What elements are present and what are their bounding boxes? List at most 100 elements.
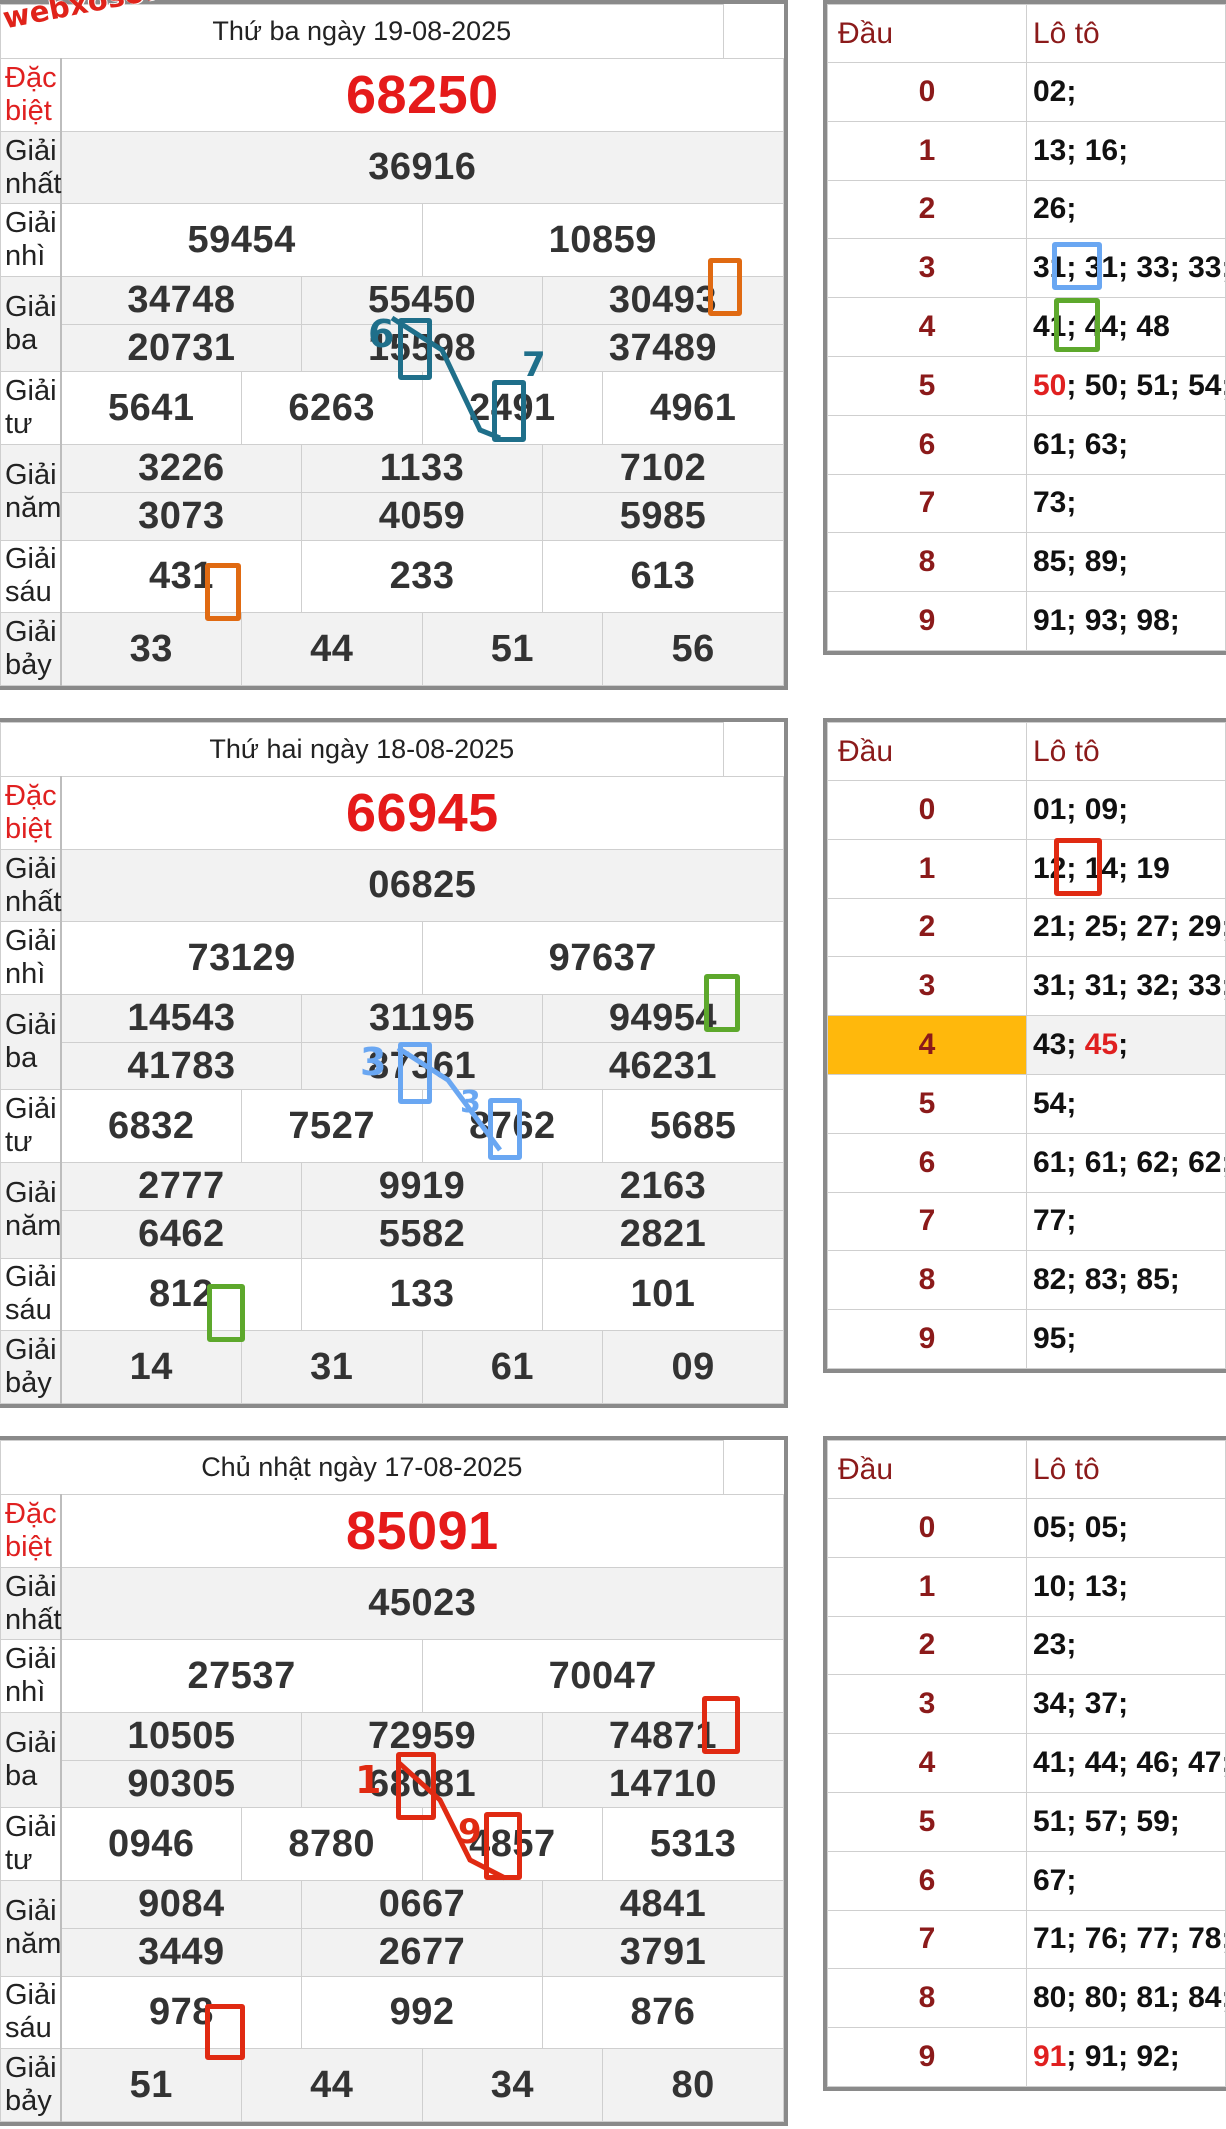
third-prize-number: 74871 bbox=[541, 1712, 785, 1761]
sixth-prize-number: 876 bbox=[541, 1975, 785, 2050]
third-prize-number: 15598 bbox=[301, 323, 543, 373]
loto-head-digit: 6 bbox=[827, 1850, 1027, 1911]
seventh-prize-number: 56 bbox=[602, 612, 784, 686]
special-prize-number: 68250 bbox=[60, 58, 784, 132]
seventh-prize-number: 80 bbox=[602, 2048, 784, 2122]
first-prize-number: 06825 bbox=[60, 848, 784, 923]
loto-head-digit: 6 bbox=[827, 1132, 1027, 1193]
fifth-prize-number: 2821 bbox=[541, 1209, 785, 1259]
fourth-prize-number: 5641 bbox=[60, 371, 242, 446]
loto-values: 54; bbox=[1026, 1073, 1226, 1134]
label-giai-bay: Giải bảy bbox=[0, 1330, 62, 1404]
label-dac-biet: Đặc biệt bbox=[0, 58, 62, 132]
loto-table-3: Đầu Lô tô 0 05; 05; 1 10; 13; 2 23; 3 34; 37;… bbox=[823, 1436, 1226, 2091]
loto-head-digit: 7 bbox=[827, 1909, 1027, 1970]
fifth-prize-number: 9084 bbox=[60, 1880, 303, 1929]
label-dac-biet: Đặc biệt bbox=[0, 776, 62, 850]
fifth-prize-number: 3073 bbox=[60, 491, 303, 541]
loto-values: 61; 63; bbox=[1026, 414, 1226, 475]
loto-table-1: Đầu Lô tô 0 02; 1 13; 16; 2 26; 3 31; 31; 33;… bbox=[823, 0, 1226, 655]
loto-rest: ; 50; 51; 54; 56; 5 bbox=[1066, 368, 1224, 402]
loto-head-digit: 5 bbox=[827, 1791, 1027, 1852]
loto-values: 12; 14; 19 bbox=[1026, 838, 1226, 899]
fifth-prize-number: 2777 bbox=[60, 1162, 303, 1211]
label-giai-tu: Giải tư bbox=[0, 371, 62, 446]
fifth-prize-number: 5582 bbox=[301, 1209, 543, 1259]
loto-header-dau: Đầu bbox=[827, 722, 1027, 781]
seventh-prize-number: 44 bbox=[240, 612, 423, 686]
loto-values: 31; 31; 33; 33; 33; bbox=[1026, 238, 1226, 299]
seventh-prize-number: 14 bbox=[60, 1330, 242, 1404]
label-giai-nam: Giải năm bbox=[0, 1880, 62, 1977]
fourth-prize-number: 6263 bbox=[240, 371, 423, 446]
sixth-prize-number: 233 bbox=[301, 539, 543, 614]
loto-head-digit: 0 bbox=[827, 1498, 1027, 1558]
loto-header-loto: Lô tô bbox=[1026, 722, 1226, 781]
label-giai-nhi: Giải nhì bbox=[0, 1639, 62, 1714]
label-giai-ba: Giải ba bbox=[0, 994, 62, 1091]
label-giai-nhat: Giải nhất bbox=[0, 848, 62, 923]
loto-values: 41; 44; 46; 47; 49; bbox=[1026, 1733, 1226, 1793]
loto-values: 10; 13; bbox=[1026, 1556, 1226, 1617]
loto-head-digit: 9 bbox=[827, 2027, 1027, 2087]
fifth-prize-number: 3791 bbox=[541, 1927, 785, 1977]
third-prize-number: 55450 bbox=[301, 276, 543, 325]
fifth-prize-number: 5985 bbox=[541, 491, 785, 541]
third-prize-number: 94954 bbox=[541, 994, 785, 1043]
loto-values: 80; 80; 81; 84; bbox=[1026, 1968, 1226, 2029]
third-prize-number: 14710 bbox=[541, 1759, 785, 1809]
loto-values: 50; 50; 51; 54; 56; 5 bbox=[1026, 355, 1226, 416]
loto-head-digit-highlighted: 4 bbox=[827, 1015, 1027, 1075]
third-prize-number: 37489 bbox=[541, 323, 785, 373]
loto-head-digit: 9 bbox=[827, 591, 1027, 651]
first-prize-number: 36916 bbox=[60, 130, 784, 205]
label-giai-sau: Giải sáu bbox=[0, 1257, 62, 1332]
loto-head-digit: 1 bbox=[827, 838, 1027, 899]
third-prize-number: 20731 bbox=[60, 323, 303, 373]
fifth-prize-number: 3449 bbox=[60, 1927, 303, 1977]
loto-head-digit: 8 bbox=[827, 1250, 1027, 1311]
loto-head-digit: 3 bbox=[827, 956, 1027, 1017]
result-board-3: Chủ nhật ngày 17-08-2025 Đặc biệt 85091 G… bbox=[0, 1436, 788, 2126]
loto-first: 43; bbox=[1033, 1028, 1085, 1062]
label-giai-bay: Giải bảy bbox=[0, 2048, 62, 2122]
label-giai-nhi: Giải nhì bbox=[0, 203, 62, 278]
loto-head-digit: 0 bbox=[827, 62, 1027, 122]
special-prize-number: 85091 bbox=[60, 1494, 784, 1568]
label-giai-bay: Giải bảy bbox=[0, 612, 62, 686]
second-prize-number: 59454 bbox=[60, 203, 423, 278]
loto-header-loto: Lô tô bbox=[1026, 4, 1226, 63]
loto-head-digit: 2 bbox=[827, 179, 1027, 240]
label-giai-sau: Giải sáu bbox=[0, 1975, 62, 2050]
seventh-prize-number: 51 bbox=[421, 612, 604, 686]
second-prize-number: 73129 bbox=[60, 921, 423, 996]
third-prize-number: 90305 bbox=[60, 1759, 303, 1809]
loto-head-digit: 2 bbox=[827, 897, 1027, 958]
fifth-prize-number: 4059 bbox=[301, 491, 543, 541]
loto-header-dau: Đầu bbox=[827, 1440, 1027, 1499]
loto-values: 26; bbox=[1026, 179, 1226, 240]
label-giai-nam: Giải năm bbox=[0, 1162, 62, 1259]
second-prize-number: 97637 bbox=[421, 921, 785, 996]
loto-values: 67; bbox=[1026, 1850, 1226, 1911]
loto-head-digit: 3 bbox=[827, 1674, 1027, 1735]
seventh-prize-number: 34 bbox=[421, 2048, 604, 2122]
loto-head-digit: 5 bbox=[827, 1073, 1027, 1134]
third-prize-number: 68081 bbox=[301, 1759, 543, 1809]
loto-rest: ; 91; 92; bbox=[1066, 2040, 1180, 2074]
loto-values: 91; 93; 98; bbox=[1026, 591, 1226, 651]
fourth-prize-number: 4857 bbox=[421, 1807, 604, 1882]
loto-head-digit: 8 bbox=[827, 532, 1027, 593]
loto-head-digit: 2 bbox=[827, 1615, 1027, 1676]
first-prize-number: 45023 bbox=[60, 1566, 784, 1641]
sixth-prize-number: 101 bbox=[541, 1257, 785, 1332]
loto-values: 01; 09; bbox=[1026, 780, 1226, 840]
third-prize-number: 34748 bbox=[60, 276, 303, 325]
loto-values: 34; 37; bbox=[1026, 1674, 1226, 1735]
loto-values: 41; 44; 48 bbox=[1026, 297, 1226, 357]
loto-values: 61; 61; 62; 62; 63; bbox=[1026, 1132, 1226, 1193]
label-giai-sau: Giải sáu bbox=[0, 539, 62, 614]
fourth-prize-number: 8762 bbox=[421, 1089, 604, 1164]
fourth-prize-number: 6832 bbox=[60, 1089, 242, 1164]
seventh-prize-number: 44 bbox=[240, 2048, 423, 2122]
